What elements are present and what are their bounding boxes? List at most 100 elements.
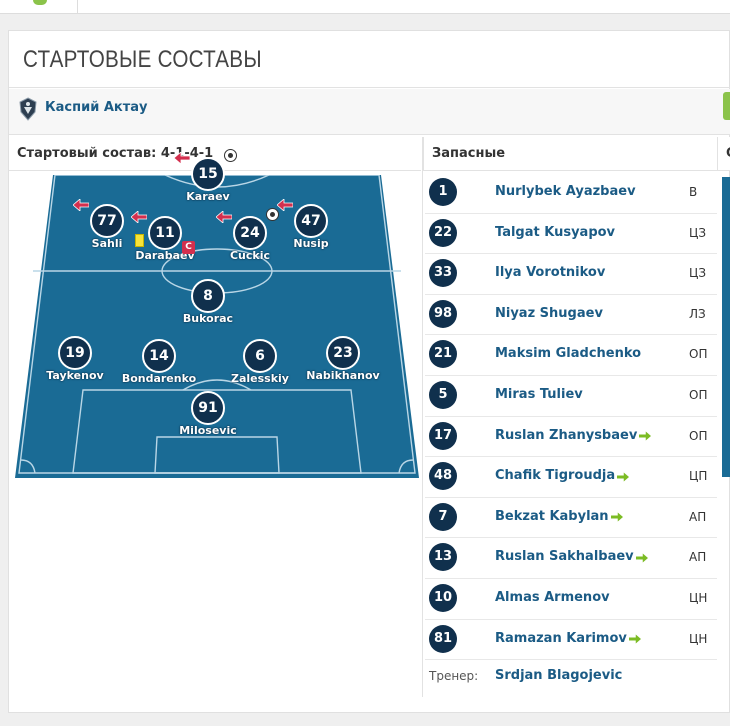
substitute-name: Ruslan Zhanysbaev [495,427,638,443]
substitute-row: 5 Miras Tuliev ОП [425,376,717,417]
substitute-number: 7 [429,502,457,531]
substitute-row: 10 Almas Armenov ЦН [425,579,717,620]
player-number: 11 [148,216,182,250]
player-number: 19 [58,336,92,370]
substitute-position: ЦН [689,631,708,646]
player-marker[interactable]: 15 Karaev [168,149,248,215]
substitute-name-link[interactable]: Chafik Tigroudja [495,468,630,483]
player-marker[interactable]: 91 Milosevic [168,391,248,449]
player-marker[interactable]: 11 Darabaev C [125,210,205,274]
substitute-name-link[interactable]: Ramazan Karimov [495,631,641,646]
substitute-row: 81 Ramazan Karimov ЦН [425,620,717,661]
substitute-position: ОП [689,428,708,443]
substitute-number: 98 [429,299,457,328]
substitute-name-link[interactable]: Bekzat Kabylan [495,509,623,524]
top-bar [0,0,730,14]
player-number: 47 [294,204,328,238]
player-number: 77 [90,204,124,238]
player-marker[interactable]: 47 Nusip [271,198,351,262]
substitute-row: 7 Bekzat Kabylan АП [425,498,717,539]
substituted-on-icon [639,430,652,441]
substitute-name-link[interactable]: Ilya Vorotnikov [495,265,605,280]
lineups-panel: СТАРТОВЫЕ СОСТАВЫ Каспий Актау Стартовый… [8,30,730,713]
substitute-number: 17 [429,421,457,450]
substitute-name: Bekzat Kabylan [495,508,609,524]
substitutes-header: Запасные [423,137,717,171]
substituted-off-icon [276,196,294,212]
substitute-position: ЦН [689,590,708,605]
substitute-name-link[interactable]: Almas Armenov [495,590,610,605]
player-name: Nabikhanov [306,369,380,382]
substitute-name-link[interactable]: Maksim Gladchenko [495,346,641,361]
club-crest-icon [19,97,37,121]
substitute-name: Ramazan Karimov [495,630,627,646]
player-name: Bukorac [182,312,234,325]
substitute-position: ОП [689,347,708,362]
player-number: 15 [191,157,225,191]
substitute-name-link[interactable]: Nurlybek Ayazbaev [495,184,636,199]
substituted-on-icon [635,552,648,563]
substitute-name-link[interactable]: Miras Tuliev [495,387,583,402]
substituted-on-icon [610,511,623,522]
substitute-number: 48 [429,462,457,491]
substitute-number: 1 [429,178,457,206]
substitute-name: Maksim Gladchenko [495,346,642,362]
opponent-pitch-stub [722,177,730,477]
captain-badge: C [182,241,195,254]
substitute-number: 33 [429,259,457,288]
substitute-name: Miras Tuliev [495,386,583,402]
substitute-position: АП [689,550,707,565]
team-name-link[interactable]: Каспий Актау [45,100,148,115]
substitute-name: Ilya Vorotnikov [495,265,606,281]
player-marker[interactable]: 14 Bondarenko [119,339,199,397]
substitute-number: 10 [429,583,457,612]
substitute-name-link[interactable]: Ruslan Zhanysbaev [495,427,652,443]
player-number: 6 [243,339,277,373]
substitute-name: Nurlybek Ayazbaev [495,184,636,199]
player-name: Milosevic [179,424,237,437]
substitute-name: Almas Armenov [495,589,610,605]
substitute-number: 81 [429,624,457,653]
substitute-name-link[interactable]: Talgat Kusyapov [495,225,615,240]
coach-row: Тренер: Srdjan Blagojevic [425,660,717,692]
yellow-card-icon [135,234,144,247]
player-number: 91 [191,391,225,425]
substitute-position: ЦЗ [689,225,707,240]
goal-ball-icon [224,149,237,162]
substituted-off-icon [130,208,148,224]
substitute-position: ЛЗ [689,306,706,321]
player-number: 8 [191,279,225,313]
substitute-name-link[interactable]: Ruslan Sakhalbaev [495,549,648,564]
substitute-name-link[interactable]: Niyaz Shugaev [495,306,603,321]
substitute-row: 1 Nurlybek Ayazbaev В [425,173,717,214]
coach-label: Тренер: [429,669,479,684]
substituted-on-icon [628,633,641,644]
substitutes-list: 1 Nurlybek Ayazbaev В 22 Talgat Kusyapov ЦЗ 33… [425,173,717,692]
player-name: Bondarenko [121,372,197,385]
top-tab-stub[interactable] [28,0,78,14]
substitute-row: 13 Ruslan Sakhalbaev АП [425,538,717,579]
substitute-name: Niyaz Shugaev [495,305,603,321]
substitute-row: 98 Niyaz Shugaev ЛЗ [425,295,717,336]
coach-name-link[interactable]: Srdjan Blagojevic [495,668,622,683]
substituted-off-icon [173,149,191,165]
substitute-name: Talgat Kusyapov [495,224,616,240]
substitute-position: АП [689,509,707,524]
substitute-position: ЦЗ [689,266,707,281]
substitute-number: 5 [429,380,457,409]
opponent-crest-stub [723,92,730,120]
substitute-row: 21 Maksim Gladchenko ОП [425,335,717,376]
opponent-column-header: С [717,137,730,171]
player-marker[interactable]: 6 Zalesskiy [220,339,300,397]
player-marker[interactable]: 23 Nabikhanov [303,336,383,394]
player-marker[interactable]: 8 Bukorac [168,279,248,337]
substitute-number: 21 [429,340,457,369]
player-name: Karaev [186,190,230,203]
substitute-position: В [689,185,698,199]
substitute-row: 48 Chafik Tigroudja ЦП [425,457,717,498]
tab-logo-icon [33,0,47,5]
player-marker[interactable]: 19 Taykenov [35,336,115,394]
substituted-off-icon [72,196,90,212]
player-number: 23 [326,336,360,370]
substitute-row: 17 Ruslan Zhanysbaev ОП [425,417,717,458]
